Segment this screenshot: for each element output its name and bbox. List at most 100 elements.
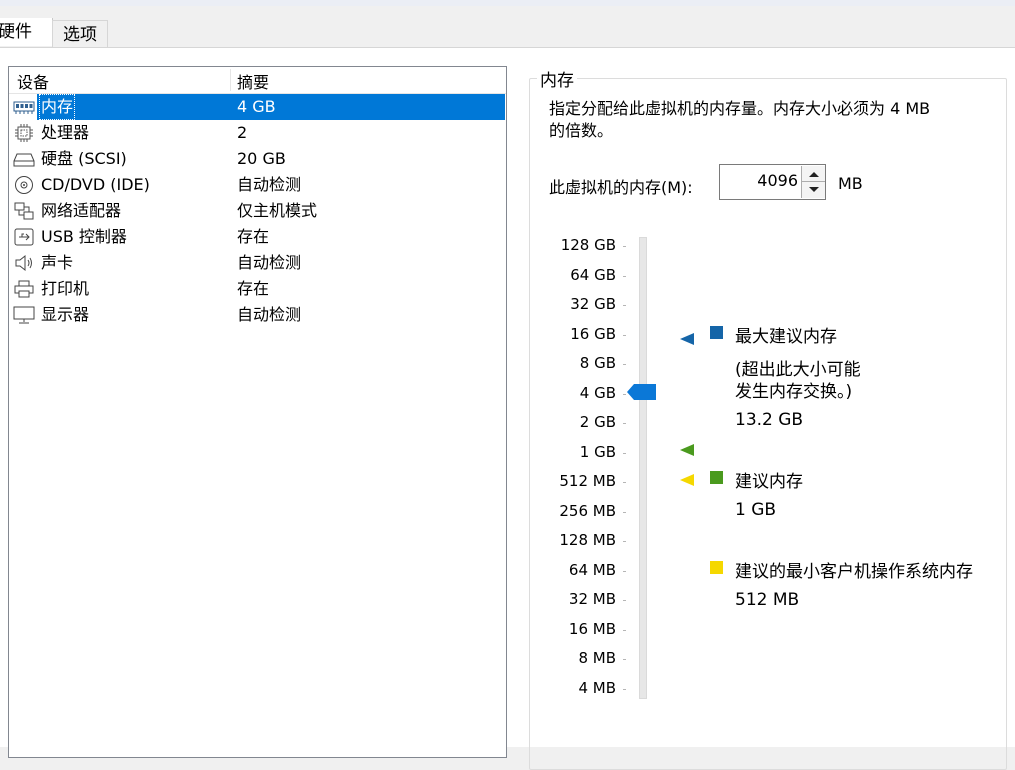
memory-slider-track[interactable] xyxy=(639,237,647,699)
scale-tick xyxy=(623,423,626,424)
scale-label: 16 MB xyxy=(568,619,616,638)
device-list-header: 设备 摘要 xyxy=(9,67,506,94)
device-row-network-adapter[interactable]: 网络适配器 仅主机模式 xyxy=(9,198,506,224)
recommended-swatch xyxy=(710,471,723,484)
memory-group-title: 内存 xyxy=(537,66,577,91)
max-recommended-swatch xyxy=(710,326,723,339)
harddisk-icon xyxy=(13,150,35,168)
scale-tick xyxy=(623,511,626,513)
scale-label: 32 MB xyxy=(568,590,616,608)
device-name: 硬盘 (SCSI) xyxy=(41,149,127,168)
usb-icon xyxy=(13,228,35,246)
min-guest-os-title: 建议的最小客户机操作系统内存 xyxy=(735,562,973,582)
device-row-processor[interactable]: 处理器 2 xyxy=(9,120,506,146)
scale-tick xyxy=(623,482,626,483)
scale-label: 8 GB xyxy=(579,354,616,372)
column-header-summary[interactable]: 摘要 xyxy=(237,69,269,93)
min-guest-os-marker xyxy=(680,474,694,486)
scale-label: 4 MB xyxy=(578,678,616,697)
scale-label: 4 GB xyxy=(579,383,616,402)
max-recommended-note-line2: 发生内存交换。) xyxy=(735,382,853,402)
column-header-device[interactable]: 设备 xyxy=(17,69,49,93)
window-top-strip xyxy=(0,0,1015,6)
scale-tick xyxy=(623,364,626,365)
display-icon xyxy=(13,306,35,324)
memory-unit-label: MB xyxy=(838,174,863,193)
recommended-value: 1 GB xyxy=(735,500,777,520)
scale-tick xyxy=(623,275,626,277)
arrow-down-icon xyxy=(809,187,819,192)
processor-icon xyxy=(13,124,35,142)
device-row-display[interactable]: 显示器 自动检测 xyxy=(9,302,506,328)
device-row-harddisk[interactable]: 硬盘 (SCSI) 20 GB xyxy=(9,146,506,172)
scale-label: 64 MB xyxy=(568,560,616,579)
device-summary: 存在 xyxy=(237,227,270,246)
device-row-memory[interactable]: 内存 4 GB xyxy=(9,94,506,120)
max-recommended-marker xyxy=(680,333,694,345)
memory-icon xyxy=(13,98,35,116)
device-summary: 仅主机模式 xyxy=(237,201,318,220)
scale-label: 16 GB xyxy=(570,324,616,343)
max-recommended-title: 最大建议内存 xyxy=(735,327,837,347)
min-guest-os-value: 512 MB xyxy=(735,590,800,610)
device-row-usb[interactable]: USB 控制器 存在 xyxy=(9,224,506,250)
min-guest-os-swatch xyxy=(710,561,723,574)
scale-tick xyxy=(623,393,626,395)
network-adapter-icon xyxy=(13,202,35,220)
device-name: 网络适配器 xyxy=(41,201,122,220)
device-name: 内存 xyxy=(39,94,76,120)
printer-icon xyxy=(13,280,35,298)
device-row-cd-dvd[interactable]: CD/DVD (IDE) 自动检测 xyxy=(9,172,506,198)
device-summary: 20 GB xyxy=(237,149,286,168)
spin-down-button[interactable] xyxy=(801,182,825,198)
tab-bar: 硬件 选项 xyxy=(0,18,1015,48)
device-name: USB 控制器 xyxy=(41,227,127,246)
memory-description-line1: 指定分配给此虚拟机的内存量。内存大小必须为 4 MB xyxy=(549,99,931,118)
scale-tick xyxy=(623,600,626,601)
device-row-printer[interactable]: 打印机 存在 xyxy=(9,276,506,302)
scale-label: 64 GB xyxy=(570,265,616,284)
max-recommended-value: 13.2 GB xyxy=(735,410,804,430)
device-name: 打印机 xyxy=(41,279,90,298)
device-summary: 自动检测 xyxy=(237,305,302,324)
scale-tick xyxy=(623,452,626,454)
memory-slider-thumb[interactable] xyxy=(627,384,657,404)
sound-icon xyxy=(13,254,35,272)
memory-value-input[interactable]: 4096 xyxy=(757,171,798,190)
scale-label: 512 MB xyxy=(559,472,616,490)
cd-dvd-icon xyxy=(13,176,35,194)
scale-tick xyxy=(623,246,626,247)
scale-tick xyxy=(623,305,626,306)
device-name: 声卡 xyxy=(41,253,74,272)
memory-description-line2: 的倍数。 xyxy=(549,121,614,140)
device-summary: 4 GB xyxy=(237,97,276,116)
device-summary: 自动检测 xyxy=(237,253,302,272)
scale-label: 8 MB xyxy=(578,649,616,667)
scale-tick xyxy=(623,659,626,660)
tab-hardware[interactable]: 硬件 xyxy=(0,18,53,46)
scale-tick xyxy=(623,570,626,572)
tab-options-label: 选项 xyxy=(63,25,97,45)
device-summary: 2 xyxy=(237,123,248,142)
column-separator[interactable] xyxy=(230,69,231,91)
device-row-sound[interactable]: 声卡 自动检测 xyxy=(9,250,506,276)
spin-up-button[interactable] xyxy=(801,166,825,182)
scale-tick xyxy=(623,541,626,542)
tab-options[interactable]: 选项 xyxy=(52,20,108,47)
tab-hardware-label: 硬件 xyxy=(0,22,32,42)
device-name: 显示器 xyxy=(41,305,90,324)
scale-tick xyxy=(623,334,626,336)
device-name: CD/DVD (IDE) xyxy=(41,175,150,194)
scale-label: 2 GB xyxy=(579,413,616,431)
recommended-marker xyxy=(680,444,694,456)
tab-content: 设备 摘要 内存 4 GB 处理器 2 硬盘 (SCSI) 20 GB CD/D… xyxy=(0,47,1015,770)
scale-label: 128 MB xyxy=(559,531,616,549)
device-summary: 存在 xyxy=(237,279,270,298)
scale-label: 32 GB xyxy=(570,295,616,313)
device-list[interactable]: 设备 摘要 内存 4 GB 处理器 2 硬盘 (SCSI) 20 GB CD/D… xyxy=(8,66,507,758)
device-summary: 自动检测 xyxy=(237,175,302,194)
arrow-up-icon xyxy=(809,172,819,177)
memory-description: 指定分配给此虚拟机的内存量。内存大小必须为 4 MB 的倍数。 xyxy=(549,98,989,142)
scale-tick xyxy=(623,629,626,631)
memory-spinbox[interactable]: 4096 xyxy=(719,164,826,200)
